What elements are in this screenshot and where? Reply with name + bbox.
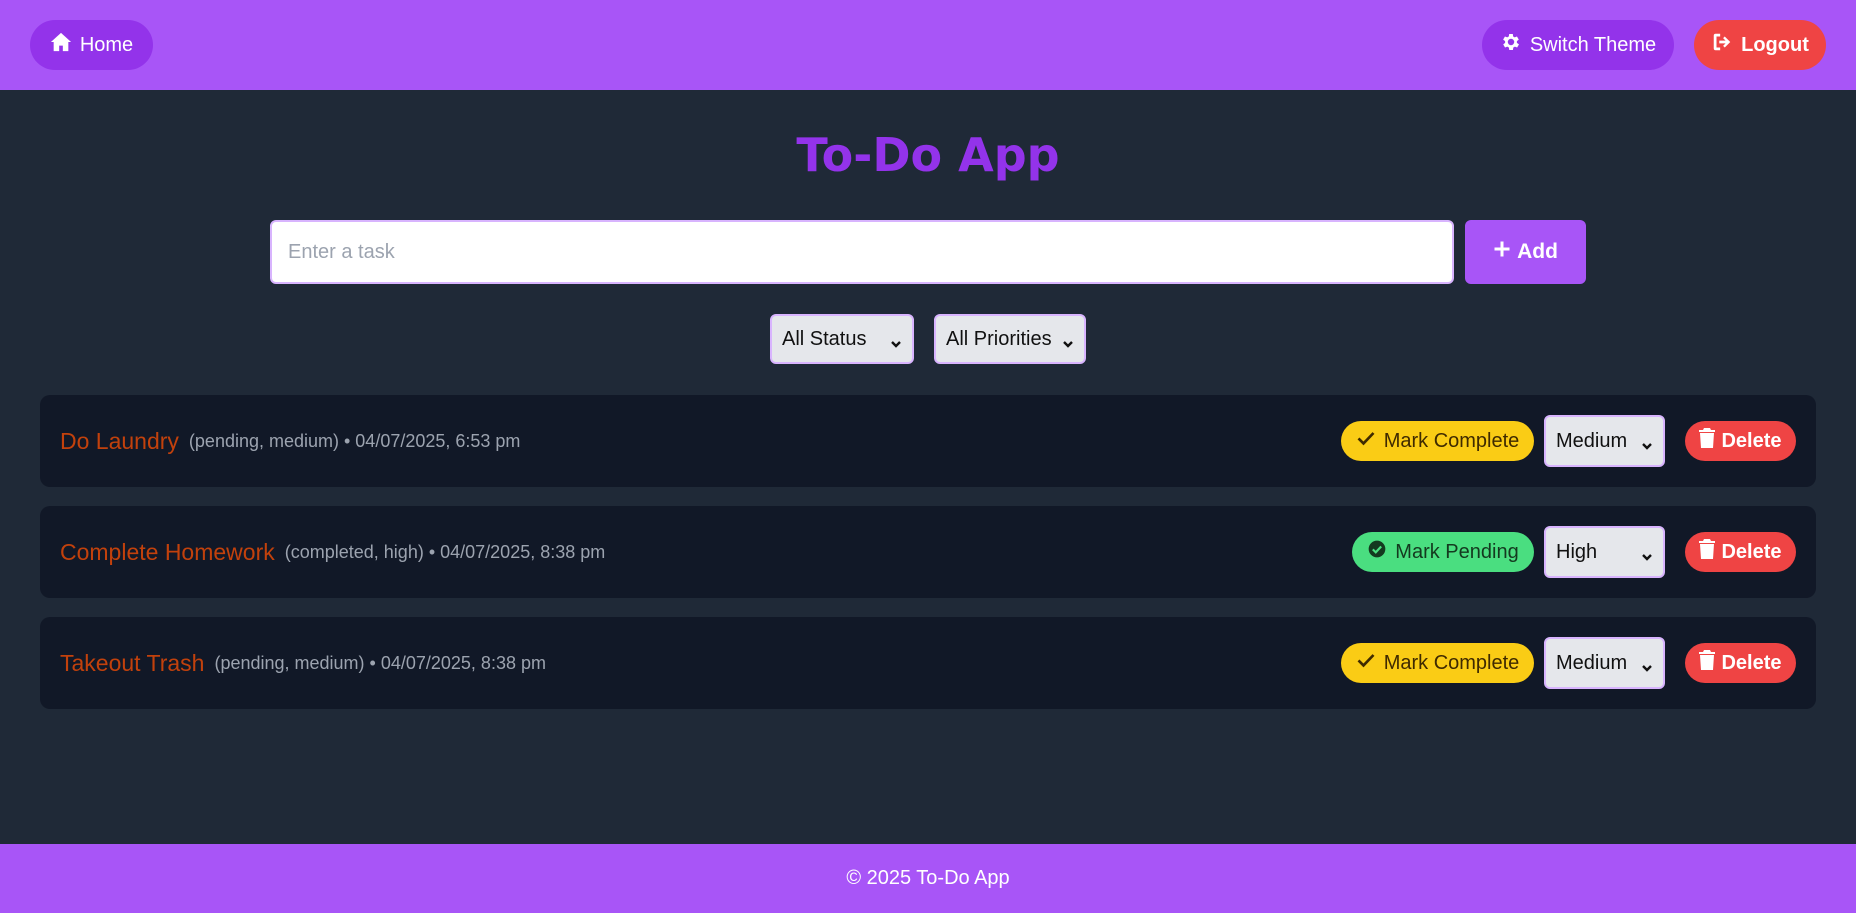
chevron-down-icon xyxy=(1641,435,1653,450)
priority-filter-select[interactable]: All Priorities xyxy=(934,314,1086,364)
mark-complete-button[interactable]: Mark Complete xyxy=(1341,421,1534,461)
switch-theme-button[interactable]: Switch Theme xyxy=(1482,20,1674,70)
task-priority-value: High xyxy=(1556,540,1598,563)
delete-button[interactable]: Delete xyxy=(1685,532,1796,572)
task-name: Do Laundry xyxy=(60,427,179,454)
chevron-down-icon xyxy=(1641,657,1653,672)
delete-label: Delete xyxy=(1721,540,1782,563)
delete-button[interactable]: Delete xyxy=(1685,421,1796,461)
mark-pending-button[interactable]: Mark Pending xyxy=(1352,532,1534,572)
mark-pending-label: Mark Pending xyxy=(1395,540,1519,563)
delete-label: Delete xyxy=(1721,651,1782,674)
footer-text: © 2025 To-Do App xyxy=(846,867,1010,889)
home-icon xyxy=(50,31,72,59)
task-priority-select[interactable]: Medium xyxy=(1544,637,1665,689)
status-filter-value: All Status xyxy=(782,327,867,350)
logout-icon xyxy=(1711,31,1733,59)
task-priority-value: Medium xyxy=(1556,651,1628,674)
logout-label: Logout xyxy=(1741,33,1809,56)
add-label: Add xyxy=(1517,240,1558,263)
task-info: Complete Homework (completed, high) • 04… xyxy=(60,506,605,598)
task-row: Complete Homework (completed, high) • 04… xyxy=(40,506,1816,598)
mark-complete-label: Mark Complete xyxy=(1383,429,1520,452)
gear-icon xyxy=(1500,31,1522,59)
task-info: Takeout Trash (pending, medium) • 04/07/… xyxy=(60,617,546,709)
task-meta: (completed, high) • 04/07/2025, 8:38 pm xyxy=(284,541,606,562)
footer: © 2025 To-Do App xyxy=(0,844,1856,913)
home-button[interactable]: Home xyxy=(30,20,153,70)
task-priority-value: Medium xyxy=(1556,429,1628,452)
delete-button[interactable]: Delete xyxy=(1685,643,1796,683)
task-input[interactable] xyxy=(270,220,1454,284)
logout-button[interactable]: Logout xyxy=(1694,20,1826,70)
task-meta: (pending, medium) • 04/07/2025, 6:53 pm xyxy=(188,430,521,451)
mark-complete-button[interactable]: Mark Complete xyxy=(1341,643,1534,683)
check-icon xyxy=(1356,428,1376,454)
chevron-down-icon xyxy=(890,333,902,348)
trash-icon xyxy=(1699,428,1716,454)
plus-icon xyxy=(1493,240,1511,264)
check-icon xyxy=(1356,650,1376,676)
task-row: Takeout Trash (pending, medium) • 04/07/… xyxy=(40,617,1816,709)
add-task-button[interactable]: Add xyxy=(1465,220,1586,284)
task-name: Takeout Trash xyxy=(60,649,205,676)
mark-complete-label: Mark Complete xyxy=(1383,651,1520,674)
top-navbar: Home Switch Theme Logout xyxy=(0,0,1856,90)
chevron-down-icon xyxy=(1641,546,1653,561)
trash-icon xyxy=(1699,650,1716,676)
task-priority-select[interactable]: High xyxy=(1544,526,1665,578)
task-row: Do Laundry (pending, medium) • 04/07/202… xyxy=(40,395,1816,487)
priority-filter-value: All Priorities xyxy=(946,327,1052,350)
check-circle-icon xyxy=(1367,539,1387,565)
status-filter-select[interactable]: All Status xyxy=(770,314,914,364)
chevron-down-icon xyxy=(1062,333,1074,348)
task-priority-select[interactable]: Medium xyxy=(1544,415,1665,467)
delete-label: Delete xyxy=(1721,429,1782,452)
task-name: Complete Homework xyxy=(60,538,275,565)
task-meta: (pending, medium) • 04/07/2025, 8:38 pm xyxy=(214,652,546,673)
page-title: To-Do App xyxy=(796,128,1060,182)
home-label: Home xyxy=(79,33,134,56)
task-info: Do Laundry (pending, medium) • 04/07/202… xyxy=(60,395,520,487)
switch-theme-label: Switch Theme xyxy=(1529,33,1657,56)
trash-icon xyxy=(1699,539,1716,565)
